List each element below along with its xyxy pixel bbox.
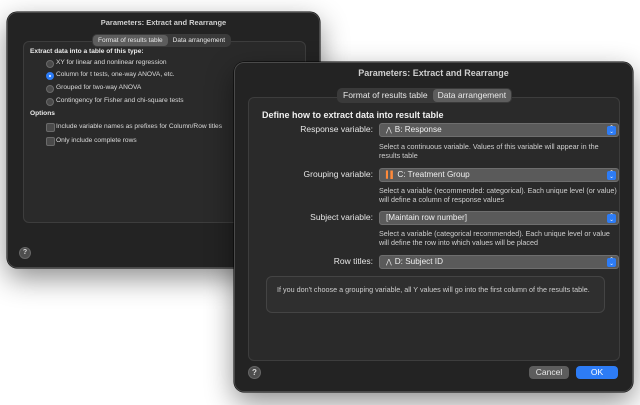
grouping-variable-value: C: Treatment Group [397, 170, 470, 179]
tab-format-of-results-table[interactable]: Format of results table [338, 89, 433, 102]
checkbox-include-prefixes[interactable] [46, 123, 55, 132]
options-heading: Options [30, 110, 55, 117]
radio-grouped[interactable] [46, 85, 54, 93]
checkbox-include-prefixes-label[interactable]: Include variable names as prefixes for C… [56, 123, 222, 130]
response-variable-popup[interactable]: ⋀ B: Response ⌃ ⌄ [379, 123, 619, 137]
response-variable-help: Select a continuous variable. Values of … [379, 142, 599, 160]
front-dialog-title: Parameters: Extract and Rearrange [358, 68, 509, 78]
radio-xy-label[interactable]: XY for linear and nonlinear regression [56, 59, 167, 66]
front-help-button[interactable]: ? [248, 366, 261, 379]
radio-column-label[interactable]: Column for t tests, one-way ANOVA, etc. [56, 71, 175, 78]
radio-contingency-label[interactable]: Contingency for Fisher and chi-square te… [56, 97, 184, 104]
bars-icon: ▍▌ [386, 172, 395, 179]
info-box: If you don't choose a grouping variable,… [266, 276, 605, 313]
response-variable-value: B: Response [394, 125, 442, 134]
checkbox-complete-rows[interactable] [46, 137, 55, 146]
row-titles-value: D: Subject ID [394, 257, 443, 266]
info-text: If you don't choose a grouping variable,… [277, 285, 590, 294]
row-titles-popup[interactable]: ⋀ D: Subject ID ⌃ ⌄ [379, 255, 619, 269]
subject-variable-help: Select a variable (categorical recommend… [379, 229, 610, 247]
grouping-variable-popup[interactable]: ▍▌ C: Treatment Group ⌃ ⌄ [379, 168, 619, 182]
table-type-heading: Extract data into a table of this type: [30, 48, 144, 55]
back-tab-bar: Format of results table Data arrangement [92, 34, 232, 47]
front-tab-bar: Format of results table Data arrangement [337, 88, 513, 103]
subject-variable-popup[interactable]: [Maintain row number] ⌃ ⌄ [379, 211, 619, 225]
back-dialog-title: Parameters: Extract and Rearrange [100, 18, 227, 27]
front-dialog-panel: Define how to extract data into result t… [248, 97, 620, 361]
front-dialog-window: Parameters: Extract and Rearrange Define… [234, 62, 633, 392]
cancel-button[interactable]: Cancel [529, 366, 569, 379]
subject-variable-value: [Maintain row number] [386, 213, 467, 222]
tab-data-arrangement[interactable]: Data arrangement [168, 35, 230, 46]
back-help-button[interactable]: ? [19, 247, 31, 259]
chevron-updown-icon: ⌃ ⌄ [607, 170, 616, 180]
subject-variable-label: Subject variable: [310, 212, 373, 222]
chevron-updown-icon: ⌃ ⌄ [607, 257, 616, 267]
checkbox-complete-rows-label[interactable]: Only include complete rows [56, 137, 137, 144]
radio-grouped-label[interactable]: Grouped for two-way ANOVA [56, 84, 141, 91]
chevron-updown-icon: ⌃ ⌄ [607, 125, 616, 135]
column-icon: ⋀ [386, 127, 392, 134]
define-heading: Define how to extract data into result t… [262, 110, 444, 120]
grouping-variable-help: Select a variable (recommended: categori… [379, 186, 617, 204]
column-icon: ⋀ [386, 259, 392, 266]
grouping-variable-label: Grouping variable: [303, 169, 373, 179]
tab-format-of-results-table[interactable]: Format of results table [93, 35, 168, 46]
row-titles-label: Row titles: [333, 256, 373, 266]
radio-contingency[interactable] [46, 98, 54, 106]
radio-xy[interactable] [46, 60, 54, 68]
radio-column[interactable] [46, 72, 54, 80]
chevron-updown-icon: ⌃ ⌄ [607, 213, 616, 223]
response-variable-label: Response variable: [300, 124, 373, 134]
ok-button[interactable]: OK [576, 366, 618, 379]
tab-data-arrangement[interactable]: Data arrangement [432, 89, 512, 102]
